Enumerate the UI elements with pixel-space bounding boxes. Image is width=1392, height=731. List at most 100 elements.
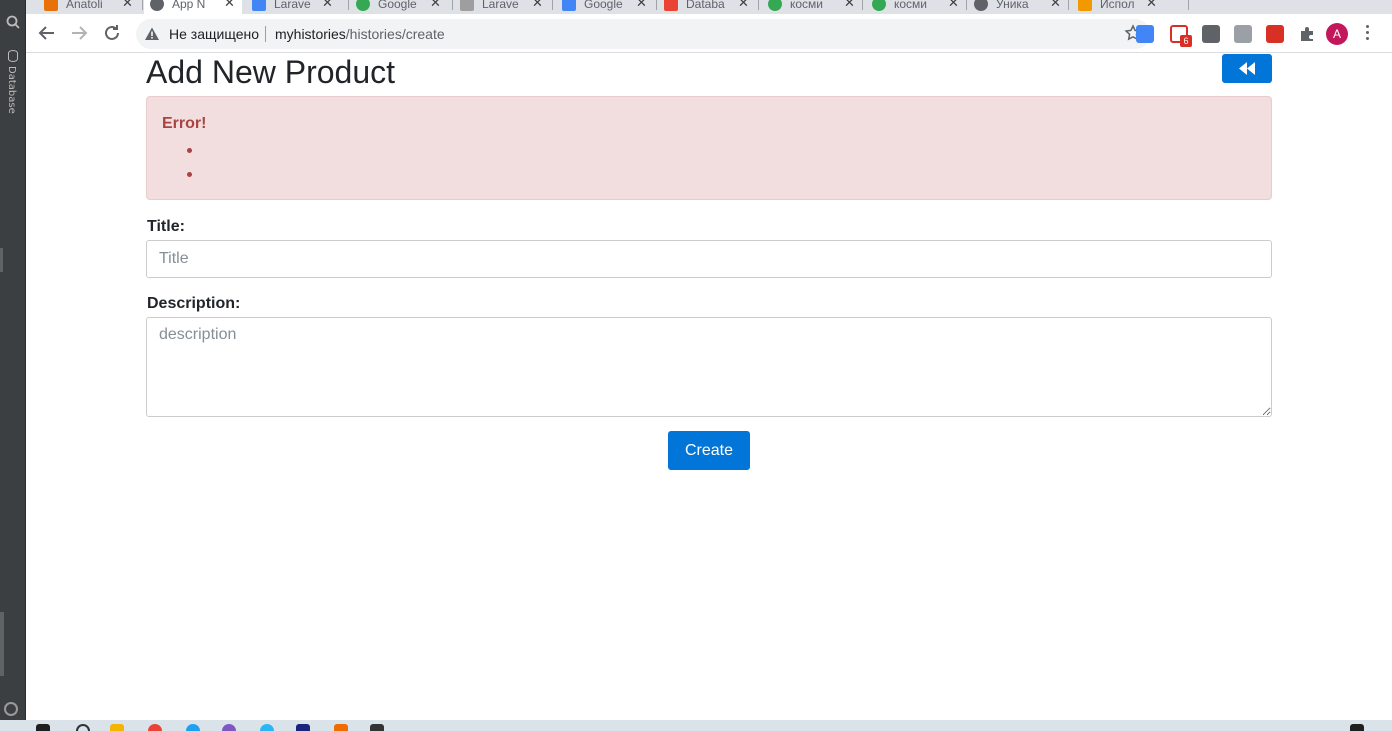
tab-divider — [452, 0, 453, 10]
search-icon[interactable] — [76, 724, 90, 731]
browser-tab-label: Уника — [996, 0, 1029, 11]
favicon-icon — [44, 0, 58, 11]
close-icon[interactable]: ✕ — [844, 0, 855, 11]
start-icon[interactable] — [36, 724, 50, 731]
close-icon[interactable]: ✕ — [122, 0, 133, 11]
app-icon[interactable] — [186, 724, 200, 731]
browser-tab-label: косми — [894, 0, 928, 11]
close-icon[interactable]: ✕ — [636, 0, 647, 11]
favicon-icon — [252, 0, 266, 11]
favicon-icon — [974, 0, 988, 11]
windows-taskbar — [0, 720, 1392, 731]
browser-tab[interactable]: Google ✕ — [356, 0, 452, 14]
ide-gutter-marker — [0, 612, 4, 676]
favicon-icon — [356, 0, 370, 11]
browser-tab-label: Databa — [686, 0, 725, 11]
browser-tab-active[interactable]: App N ✕ — [144, 0, 242, 14]
page-content: Add New Product Error! Title: Descriptio… — [26, 54, 1392, 720]
browser-tab[interactable]: Уника ✕ — [974, 0, 1070, 14]
warning-icon[interactable] — [144, 26, 160, 42]
create-button[interactable]: Create — [668, 431, 750, 470]
backward-icon — [1239, 62, 1255, 75]
back-button[interactable] — [1222, 54, 1272, 83]
tab-divider — [552, 0, 553, 10]
close-icon[interactable]: ✕ — [738, 0, 749, 11]
favicon-icon — [1078, 0, 1092, 11]
search-icon[interactable] — [6, 15, 20, 29]
favicon-icon — [768, 0, 782, 11]
browser-tab-strip: Anatoli ✕ App N ✕ Larave ✕ Google ✕ Lara… — [26, 0, 1392, 14]
url-text[interactable]: myhistories/histories/create — [275, 26, 445, 42]
chrome-icon[interactable] — [148, 724, 162, 731]
tab-divider — [348, 0, 349, 10]
error-alert: Error! — [146, 96, 1272, 200]
browser-tab[interactable]: Anatoli ✕ — [44, 0, 140, 14]
browser-tab[interactable]: косми ✕ — [768, 0, 864, 14]
app-icon[interactable] — [222, 724, 236, 731]
forward-arrow-icon[interactable] — [68, 22, 90, 44]
title-label: Title: — [147, 218, 185, 235]
profile-avatar[interactable]: A — [1326, 23, 1348, 45]
omnibox-divider — [265, 26, 266, 42]
tab-divider — [656, 0, 657, 10]
app-icon[interactable] — [334, 724, 348, 731]
reload-icon[interactable] — [101, 22, 123, 44]
ide-gutter-marker — [0, 248, 3, 272]
address-bar[interactable]: Не защищено myhistories/histories/create — [136, 19, 1150, 49]
tab-divider — [142, 0, 143, 10]
database-tab-label: Database — [6, 66, 17, 114]
gear-icon[interactable] — [4, 702, 18, 716]
database-icon — [8, 50, 18, 62]
url-path: /histories/create — [345, 26, 445, 42]
page-title: Add New Product — [146, 54, 396, 90]
security-status[interactable]: Не защищено — [169, 26, 259, 42]
translate-extension-icon[interactable] — [1136, 25, 1154, 43]
browser-tab-label: App N — [172, 0, 206, 11]
back-arrow-icon[interactable] — [36, 22, 58, 44]
browser-tab-label: Anatoli — [66, 0, 103, 11]
browser-tab-label: Испол — [1100, 0, 1135, 11]
extension-icon[interactable] — [1202, 25, 1220, 43]
menu-dots-icon[interactable] — [1366, 25, 1370, 43]
tab-divider — [1068, 0, 1069, 10]
close-icon[interactable]: ✕ — [532, 0, 543, 11]
gmail-badge: 6 — [1180, 35, 1192, 47]
alert-title: Error! — [162, 115, 207, 132]
browser-tab[interactable]: Databa ✕ — [664, 0, 760, 14]
close-icon[interactable]: ✕ — [430, 0, 441, 11]
favicon-icon — [460, 0, 474, 11]
browser-tab[interactable]: Google ✕ — [562, 0, 658, 14]
browser-tab[interactable]: Испол ✕ — [1078, 0, 1174, 14]
favicon-icon — [562, 0, 576, 11]
browser-tab[interactable]: Larave ✕ — [252, 0, 348, 14]
tab-divider — [1188, 0, 1189, 10]
close-icon[interactable]: ✕ — [224, 0, 235, 11]
browser-tab[interactable]: косми ✕ — [872, 0, 968, 14]
extension-icon[interactable] — [1234, 25, 1252, 43]
file-explorer-icon[interactable] — [110, 724, 124, 731]
close-icon[interactable]: ✕ — [1050, 0, 1061, 11]
favicon-icon — [872, 0, 886, 11]
gmail-extension-icon[interactable]: 6 — [1170, 25, 1192, 47]
notification-icon[interactable] — [1350, 724, 1364, 731]
favicon-icon — [664, 0, 678, 11]
app-icon[interactable] — [370, 724, 384, 731]
title-input[interactable] — [146, 240, 1272, 278]
browser-tab-label: косми — [790, 0, 824, 11]
close-icon[interactable]: ✕ — [1146, 0, 1157, 11]
close-icon[interactable]: ✕ — [948, 0, 959, 11]
favicon-icon — [150, 0, 164, 11]
puzzle-extensions-icon[interactable] — [1298, 25, 1316, 43]
browser-tab[interactable]: Larave ✕ — [460, 0, 556, 14]
tab-divider — [862, 0, 863, 10]
description-label: Description: — [147, 295, 241, 312]
app-icon[interactable] — [260, 724, 274, 731]
ide-side-panel: Database — [0, 0, 26, 720]
description-textarea[interactable] — [146, 317, 1272, 417]
extension-icon[interactable] — [1266, 25, 1284, 43]
tab-divider — [758, 0, 759, 10]
database-tool-tab[interactable]: Database — [4, 48, 22, 118]
url-host: myhistories — [275, 26, 346, 42]
close-icon[interactable]: ✕ — [322, 0, 333, 11]
app-icon[interactable] — [296, 724, 310, 731]
